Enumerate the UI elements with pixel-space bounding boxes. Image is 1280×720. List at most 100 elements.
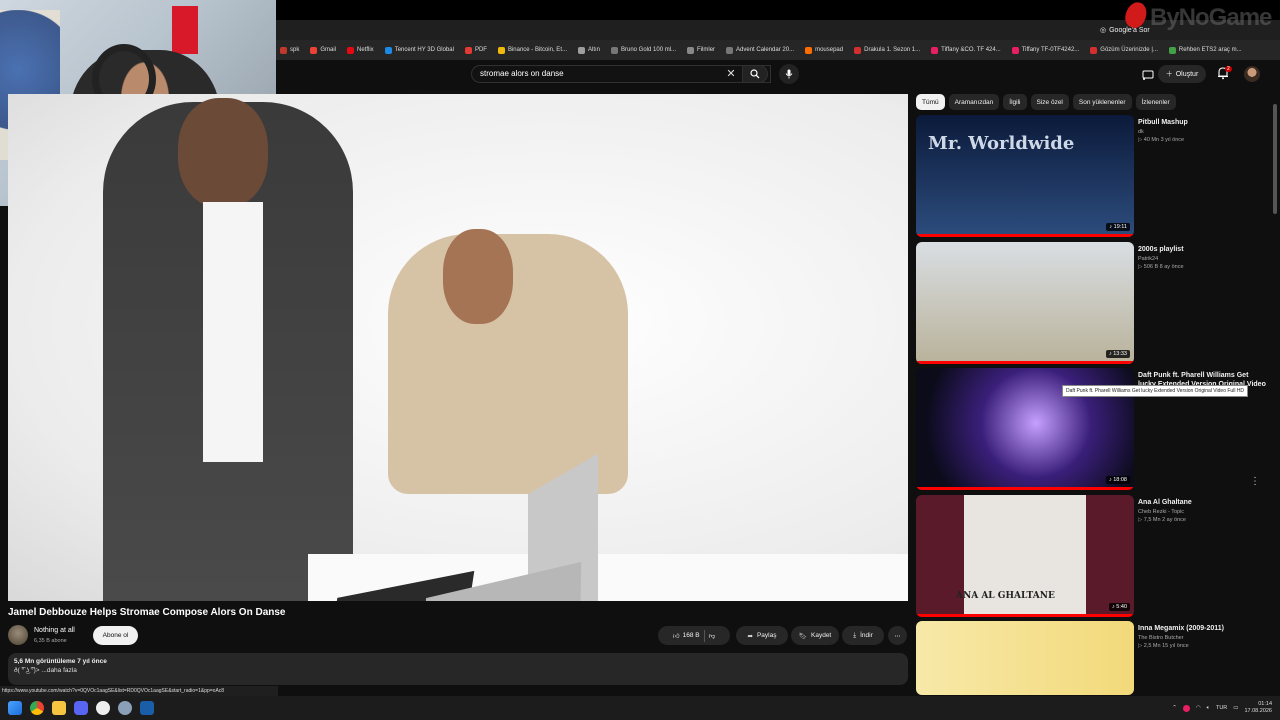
recommendation-card[interactable]: Mr. Worldwide ♪ 19:11 Pitbull Mashup dk ▷ 40… <box>916 115 1276 237</box>
duration-badge: ♪ 19:11 <box>1106 223 1130 231</box>
close-icon[interactable]: ✕ <box>725 67 737 80</box>
bookmark-item[interactable]: Advent Calendar 20... <box>726 46 794 54</box>
bookmark-favicon-icon <box>931 46 939 54</box>
bookmark-item[interactable]: spk <box>280 46 299 54</box>
bookmark-favicon-icon <box>577 46 585 54</box>
recommendation-title[interactable]: Pitbull Mashup <box>1138 118 1268 127</box>
thumbs-down-icon: 👎︎ <box>708 632 716 640</box>
duration-badge: ♪ 13:33 <box>1105 349 1130 358</box>
account-avatar[interactable] <box>1244 66 1260 82</box>
clock[interactable]: 01:14 17.08.2026 <box>1244 701 1272 715</box>
video-thumbnail[interactable] <box>916 621 1134 695</box>
steam-icon[interactable] <box>140 701 154 715</box>
bookmark-item[interactable]: Tiffany &CO. TF 424... <box>931 46 1001 54</box>
recommendation-card[interactable]: ANA AL GHALTANE ♪ 5:40 Ana Al Ghaltane Cheb… <box>916 494 1276 617</box>
like-dislike-group: 👍︎ 168 B 👎︎ <box>658 626 730 645</box>
windows-start-icon[interactable] <box>8 701 22 715</box>
recommendation-title[interactable]: Inna Megamix (2009-2011) <box>1138 624 1268 633</box>
microphone-icon <box>785 69 793 79</box>
search-button[interactable] <box>742 65 768 83</box>
more-horizontal-icon: ⋯ <box>894 632 901 640</box>
video-thumbnail[interactable]: ♪ 13:33 <box>916 241 1134 364</box>
brand-watermark: ByNoGame <box>1122 0 1280 34</box>
bookmark-item[interactable]: Rehben ETS2 araç m... <box>1168 46 1242 54</box>
recommendation-meta: ▷ 2,5 Mn 15 yıl önce <box>1138 643 1189 649</box>
recommendation-title[interactable]: 2000s playlist <box>1138 245 1268 254</box>
bookmark-favicon-icon <box>1011 46 1019 54</box>
recommendation-channel[interactable]: dk <box>1138 129 1268 135</box>
app-icon[interactable] <box>118 701 132 715</box>
bookmark-item[interactable]: PDF <box>464 46 487 54</box>
speaker-icon[interactable]: 🔈︎ <box>1207 705 1210 712</box>
filter-chip[interactable]: Size özel <box>1030 94 1069 110</box>
input-language[interactable]: TUR <box>1216 705 1227 711</box>
bookmark-item[interactable]: Altın <box>577 46 600 54</box>
search-icon <box>750 69 760 79</box>
filter-chip[interactable]: Tümü <box>916 94 945 110</box>
chrome-icon[interactable] <box>30 701 44 715</box>
recommendation-channel[interactable]: The Bistro Butcher <box>1138 635 1268 641</box>
watch-progress-bar <box>916 613 1134 617</box>
filter-chip[interactable]: Aramanızdan <box>948 94 1000 110</box>
bookmark-item[interactable]: Drakula 1. Sezon 1... <box>854 46 920 54</box>
filter-chip[interactable]: İlgili <box>1003 94 1027 110</box>
more-vertical-icon[interactable]: ⋮ <box>1250 476 1260 487</box>
bookmark-item[interactable]: Tencent HY 3D Global <box>384 46 454 54</box>
bookmark-item[interactable]: Filmler <box>687 46 715 54</box>
wifi-icon[interactable]: ◠ <box>1196 705 1201 711</box>
bookmark-favicon-icon <box>280 46 287 54</box>
bookmark-item[interactable]: Netflix <box>347 46 374 54</box>
more-actions-button[interactable]: ⋯ <box>888 626 907 645</box>
thumbnail-text: ANA AL GHALTANE <box>956 590 1055 601</box>
save-button[interactable]: 🔖︎ Kaydet <box>791 626 839 645</box>
bookmark-favicon-icon <box>464 46 472 54</box>
filter-chip[interactable]: Son yüklenenler <box>1072 94 1132 110</box>
recommendation-channel[interactable]: Patrik24 <box>1138 256 1268 262</box>
chevron-up-icon[interactable]: ⌃ <box>1172 705 1177 711</box>
channel-avatar[interactable] <box>8 625 28 645</box>
discord-icon[interactable] <box>74 701 88 715</box>
recommendation-channel[interactable]: Cheb Rezki - Topic <box>1138 509 1268 515</box>
description-box[interactable]: 5,6 Mn görüntüleme 7 yıl önce ð( ͡° ͜ʖ ͡… <box>8 653 908 685</box>
filter-chip[interactable]: İzlenenler <box>1135 94 1176 110</box>
cast-icon[interactable] <box>1142 68 1154 80</box>
bookmark-item[interactable]: Binance - Bitcoin, Et... <box>497 46 567 54</box>
channel-name[interactable]: Nothing at all <box>34 627 75 634</box>
recommendation-meta: ▷ 7,5 Mn 2 ay önce <box>1138 516 1186 523</box>
voice-search-button[interactable] <box>779 64 799 84</box>
browser-status-url: https://www.youtube.com/watch?v=0QVOc1aa… <box>0 686 278 696</box>
scrollbar[interactable] <box>1272 94 1278 694</box>
google-lens-icon: ◎ <box>1100 27 1107 34</box>
create-button[interactable]: ＋ Oluştur <box>1158 65 1206 83</box>
download-button[interactable]: ⤓ İndir <box>842 626 884 645</box>
bookmark-item[interactable]: Gözüm Üzerinizde |... <box>1090 46 1158 54</box>
system-tray: ⌃ ◠ 🔈︎ TUR ▭ 01:14 17.08.2026 <box>1172 696 1272 720</box>
taskbar: ⌃ ◠ 🔈︎ TUR ▭ 01:14 17.08.2026 <box>0 696 1280 720</box>
recommendation-title[interactable]: Ana Al Ghaltane <box>1138 498 1268 507</box>
dislike-button[interactable]: 👎︎ <box>709 632 716 640</box>
video-thumbnail[interactable]: ANA AL GHALTANE ♪ 5:40 <box>916 494 1134 617</box>
bookmark-item[interactable]: Tiffany TF-0TF4242... <box>1011 46 1079 54</box>
video-thumbnail[interactable]: Mr. Worldwide ♪ 19:11 <box>916 115 1134 237</box>
subscriber-count: 6,35 B abone <box>34 638 67 644</box>
bookmark-item[interactable]: Gmail <box>310 46 336 54</box>
notification-count-badge: 2 <box>1225 66 1232 72</box>
duration-badge: ♪ 5:40 <box>1109 602 1130 611</box>
bookmark-icon: 🔖︎ <box>798 632 807 640</box>
battery-icon[interactable]: ▭ <box>1233 705 1238 711</box>
share-button[interactable]: ➦ Paylaş <box>736 626 788 645</box>
recommendation-meta: ▷ 506 B 8 ay önce <box>1138 263 1184 270</box>
bookmark-favicon-icon <box>1168 46 1176 54</box>
bookmark-favicon-icon <box>854 46 862 54</box>
recommendation-card[interactable]: ♪ 13:33 2000s playlist Patrik24 ▷ 506 B 8 a… <box>916 241 1276 364</box>
video-player[interactable] <box>8 94 908 601</box>
obs-icon[interactable] <box>96 701 110 715</box>
bookmark-item[interactable]: mousepad <box>805 46 843 54</box>
subscribe-button[interactable]: Abone ol <box>93 626 138 645</box>
thumbnail-text: Mr. Worldwide <box>928 133 1075 154</box>
file-explorer-icon[interactable] <box>52 701 66 715</box>
like-button[interactable]: 👍︎ 168 B <box>673 632 700 640</box>
tray-app-icon[interactable] <box>1182 704 1190 712</box>
bookmark-item[interactable]: Bruno Gold 100 ml... <box>611 46 676 54</box>
recommendation-card[interactable]: Inna Megamix (2009-2011) The Bistro Butch… <box>916 621 1276 695</box>
